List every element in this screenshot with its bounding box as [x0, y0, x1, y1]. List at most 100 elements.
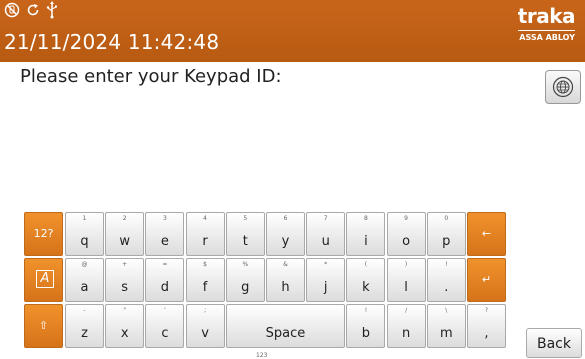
- key-secondary-label: ": [123, 307, 127, 314]
- key-label: s: [121, 280, 129, 295]
- key-j[interactable]: * j: [306, 258, 346, 302]
- key-label: h: [281, 280, 290, 295]
- key-label: ,: [484, 326, 489, 341]
- no-hand-icon: [4, 2, 20, 22]
- traka-logo: traka ASSA ABLOY: [517, 4, 576, 43]
- usb-icon: [46, 1, 58, 23]
- language-button[interactable]: [545, 70, 581, 104]
- key-secondary-label: 0: [444, 215, 449, 222]
- key-u[interactable]: 7u: [306, 212, 346, 256]
- key-secondary-label: !: [445, 261, 448, 268]
- key-b[interactable]: ! b: [346, 304, 386, 348]
- key-secondary-label: &: [283, 261, 288, 268]
- key-secondary-label: 9: [404, 215, 408, 222]
- key-label: t: [242, 234, 248, 249]
- key-period[interactable]: !.: [426, 258, 466, 302]
- keypad-id-prompt: Please enter your Keypad ID:: [20, 66, 282, 87]
- key-label: r: [202, 234, 208, 249]
- key-label: .: [444, 280, 449, 295]
- key-p[interactable]: 0p: [426, 212, 466, 256]
- key-label: Space: [265, 326, 306, 341]
- key-e[interactable]: 3e: [145, 212, 185, 256]
- key-label: l: [404, 280, 408, 295]
- key-label: w: [119, 234, 130, 249]
- key-label: f: [202, 280, 208, 295]
- globe-icon: [552, 76, 574, 98]
- key-d[interactable]: = d: [145, 258, 185, 302]
- key-secondary-label: ;: [204, 307, 207, 314]
- key-label: A: [36, 270, 54, 288]
- key-secondary-label: $: [203, 261, 207, 268]
- key-r[interactable]: 4r: [185, 212, 225, 256]
- datetime-display: 21/11/2024 11:42:48: [4, 30, 220, 54]
- key-y[interactable]: 6y: [266, 212, 305, 256]
- key-label: p: [442, 234, 451, 249]
- key-t[interactable]: 5t: [225, 212, 265, 256]
- key-secondary-label: 3: [162, 215, 167, 222]
- key-secondary-label: ': [164, 307, 166, 314]
- key-x[interactable]: " x: [105, 304, 145, 348]
- key-v[interactable]: ; v: [185, 304, 225, 348]
- shift-key[interactable]: ⇧: [24, 304, 63, 348]
- key-label: u: [321, 234, 330, 249]
- key-label: y: [281, 234, 290, 249]
- key-label: q: [80, 234, 89, 249]
- key-w[interactable]: 2w: [105, 212, 145, 256]
- key-secondary-label: %: [242, 261, 249, 268]
- key-label: d: [160, 280, 170, 295]
- key-h[interactable]: & h: [266, 258, 305, 302]
- key-secondary-label: 7: [323, 215, 328, 222]
- key-label: e: [160, 234, 169, 249]
- refresh-icon: [25, 2, 41, 22]
- brand-subtitle: ASSA ABLOY: [517, 30, 575, 43]
- key-label: g: [241, 280, 250, 295]
- symbols-key[interactable]: 12?: [24, 212, 63, 256]
- key-label: m: [439, 326, 453, 341]
- key-secondary-label: -: [83, 307, 86, 314]
- key-label: ←: [481, 227, 492, 240]
- caps-lock-key[interactable]: A: [24, 258, 63, 302]
- key-o[interactable]: 9o: [386, 212, 426, 256]
- back-button[interactable]: Back: [526, 328, 582, 358]
- space-key[interactable]: Space: [225, 304, 346, 348]
- enter-key[interactable]: ↵: [467, 258, 506, 302]
- key-label: o: [402, 234, 411, 249]
- key-label: a: [80, 280, 89, 295]
- key-z[interactable]: -z: [65, 304, 104, 348]
- key-g[interactable]: % g: [225, 258, 265, 302]
- key-label: k: [362, 280, 370, 295]
- key-secondary-label: \: [445, 307, 448, 314]
- key-label: n: [401, 326, 411, 341]
- key-c[interactable]: ' c: [145, 304, 185, 348]
- key-secondary-label: 1: [82, 215, 87, 222]
- key-secondary-label: 6: [283, 215, 288, 222]
- key-label: z: [81, 326, 88, 341]
- key-label: j: [323, 280, 328, 295]
- header-bar: 21/11/2024 11:42:48 traka ASSA ABLOY: [0, 0, 585, 62]
- key-secondary-label: /: [405, 307, 408, 314]
- key-secondary-label: *: [324, 261, 328, 268]
- brand-name: traka: [517, 4, 576, 28]
- key-secondary-label: (: [364, 261, 368, 268]
- key-n[interactable]: / n: [386, 304, 426, 348]
- key-s[interactable]: + s: [105, 258, 145, 302]
- key-label: 12?: [33, 227, 54, 240]
- key-label: b: [361, 326, 371, 341]
- key-a[interactable]: @ a: [65, 258, 104, 302]
- key-secondary-label: +: [122, 261, 128, 268]
- key-m[interactable]: \ m: [426, 304, 466, 348]
- key-label: c: [161, 326, 169, 341]
- key-secondary-label: ?: [484, 307, 489, 314]
- key-secondary-label: 4: [203, 215, 207, 222]
- key-f[interactable]: $ f: [185, 258, 225, 302]
- key-label: x: [120, 326, 129, 341]
- key-i[interactable]: 8i: [346, 212, 386, 256]
- key-label: i: [364, 234, 368, 249]
- key-secondary-label: 5: [243, 215, 248, 222]
- key-l[interactable]: ) l: [386, 258, 426, 302]
- key-comma[interactable]: ?,: [467, 304, 506, 348]
- key-secondary-label: !: [364, 307, 368, 314]
- backspace-key[interactable]: ←: [467, 212, 506, 256]
- key-k[interactable]: (k: [346, 258, 386, 302]
- key-q[interactable]: 1q: [65, 212, 104, 256]
